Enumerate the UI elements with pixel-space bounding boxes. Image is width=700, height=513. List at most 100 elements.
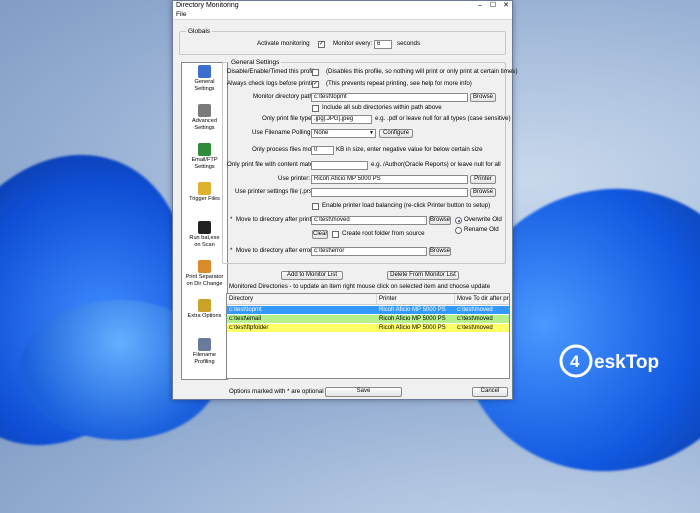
close-icon[interactable]: ✕: [500, 1, 512, 10]
nav-item-6[interactable]: Extra Options: [182, 299, 227, 320]
check-icon: ✓: [313, 81, 319, 87]
overwrite-old-radio[interactable]: [455, 217, 462, 224]
create-root-folder-label: Create root folder from source: [342, 230, 425, 237]
move-after-print-label: * Move to directory after print:: [230, 216, 313, 223]
maximize-icon[interactable]: ☐: [487, 1, 499, 10]
email-ftp-icon: [198, 143, 211, 156]
file-type-note: e.g. .pdf or leave null for all types (c…: [375, 115, 511, 122]
printer-input[interactable]: Ricoh Aficio MP 5000 PS: [311, 175, 468, 184]
nav-item-1[interactable]: Advanced Settings: [182, 104, 227, 131]
printer-label: Use printer:: [278, 175, 310, 182]
4desktop-watermark-logo: 4 eskTop: [559, 344, 659, 378]
cancel-button[interactable]: Cancel: [472, 387, 508, 397]
move-after-print-text: Move to directory after print:: [235, 216, 313, 223]
add-to-monitor-list-button[interactable]: Add to Monitor List: [281, 271, 343, 280]
general-settings-legend: General Settings: [229, 59, 282, 66]
column-header-move-to[interactable]: Move To dir after pr: [455, 294, 509, 304]
create-root-folder-checkbox[interactable]: [332, 231, 339, 238]
monitored-directories-caption: Monitored Directories - to update an ite…: [229, 283, 491, 290]
configure-button[interactable]: Configure: [379, 129, 413, 138]
cell-printer: Ricoh Aficio MP 5000 PS: [379, 307, 446, 313]
move-after-error-text: Move to directory after error:: [235, 247, 314, 254]
print-separator-icon: [198, 260, 211, 273]
move-after-error-browse-button[interactable]: Browse: [429, 247, 451, 256]
include-subdirs-checkbox[interactable]: [312, 105, 319, 112]
printer-button[interactable]: Printer: [470, 175, 496, 184]
logo-mark: 4: [570, 352, 580, 371]
move-after-error-label: * Move to directory after error:: [230, 247, 314, 254]
printer-settings-input[interactable]: [311, 188, 468, 197]
nav-item-3[interactable]: Trigger Files: [182, 182, 227, 203]
load-balancing-checkbox[interactable]: [312, 203, 319, 210]
content-match-note: e.g. /Author(Oracle Reports) or leave nu…: [371, 161, 501, 168]
column-header-printer[interactable]: Printer: [377, 294, 455, 304]
nav-item-7[interactable]: Filename Profiling: [182, 338, 227, 365]
delete-from-monitor-list-button[interactable]: Delete From Monitor List: [387, 271, 459, 280]
save-button[interactable]: Save: [325, 387, 402, 397]
cell-directory: c:\test\ftpfolder: [229, 325, 269, 331]
column-header-directory[interactable]: Directory: [227, 294, 377, 304]
nav-item-label: Extra Options: [187, 313, 222, 319]
run-bat-exe-icon: [198, 221, 211, 234]
table-row[interactable]: c:\test\topmt Ricoh Aficio MP 5000 PS c:\t…: [227, 306, 509, 314]
monitor-path-label: Monitor directory path:: [253, 93, 315, 100]
extra-options-icon: [198, 299, 211, 312]
table-row[interactable]: c:\test\email Ricoh Aficio MP 5000 PS c:\t…: [227, 315, 509, 323]
trigger-files-icon: [198, 182, 211, 195]
cell-move: c:\test\moved: [457, 316, 493, 322]
nav-item-4[interactable]: Run bat,exe on Scan: [182, 221, 227, 248]
nav-item-label: General Settings: [194, 79, 215, 92]
move-after-error-input[interactable]: c:\test\error: [311, 247, 427, 256]
table-row[interactable]: c:\test\ftpfolder Ricoh Aficio MP 5000 PS…: [227, 324, 509, 332]
list-header: Directory Printer Move To dir after pr: [227, 294, 509, 305]
seconds-label: seconds: [397, 40, 421, 47]
disable-profile-checkbox[interactable]: [312, 69, 319, 76]
optional-note: Options marked with * are optional: [229, 388, 324, 395]
nav-item-2[interactable]: Email/FTP Settings: [182, 143, 227, 170]
rename-old-radio[interactable]: [455, 227, 462, 234]
clear-button[interactable]: Clear: [312, 230, 328, 239]
cell-directory: c:\test\topmt: [229, 307, 262, 313]
filename-polling-select[interactable]: None: [311, 129, 376, 138]
nav-item-label: Trigger Files: [189, 196, 220, 202]
menu-file[interactable]: File: [176, 10, 186, 19]
chevron-down-icon[interactable]: ▼: [369, 129, 374, 137]
rename-old-label: Rename Old: [464, 226, 499, 233]
nav-item-label: Advanced Settings: [192, 118, 217, 131]
disable-profile-note: (Disables this profile, so nothing will …: [326, 68, 518, 75]
check-logs-label: Always check logs before printing: [227, 80, 319, 87]
move-after-print-input[interactable]: c:\test\moved: [311, 216, 427, 225]
monitor-every-label: Monitor every:: [333, 40, 373, 47]
minimize-icon[interactable]: –: [474, 1, 486, 10]
nav-item-5[interactable]: Print Separator on Dir Change: [182, 260, 227, 287]
activate-monitoring-checkbox[interactable]: ✓: [318, 41, 325, 48]
globals-group: Globals Activate monitoring ✓ Monitor ev…: [179, 28, 506, 55]
cell-move: c:\test\moved: [457, 307, 493, 313]
monitor-path-input[interactable]: c:\test\topmt: [311, 93, 468, 102]
file-type-label: Only print file type:: [262, 115, 314, 122]
title-bar: Directory Monitoring – ☐ ✕: [173, 1, 512, 10]
overwrite-old-label: Overwrite Old: [464, 216, 502, 223]
logo-text: eskTop: [594, 352, 659, 373]
check-logs-note: (This prevents repeat printing, see help…: [326, 80, 472, 87]
size-input[interactable]: 0: [311, 146, 334, 155]
load-balancing-label: Enable printer load balancing (re-click …: [322, 202, 491, 209]
nav-item-label: Filename Profiling: [192, 352, 216, 365]
monitor-path-browse-button[interactable]: Browse: [470, 93, 496, 102]
cell-move: c:\test\moved: [457, 325, 493, 331]
nav-item-label: Print Separator on Dir Change: [185, 274, 224, 287]
window-title: Directory Monitoring: [176, 2, 239, 9]
printer-settings-browse-button[interactable]: Browse: [470, 188, 496, 197]
nav-item-0[interactable]: General Settings: [182, 65, 227, 92]
disable-profile-label: Disable/Enable/Timed this profile: [227, 68, 318, 75]
content-match-input[interactable]: [311, 161, 368, 170]
monitor-every-input[interactable]: 6: [374, 40, 392, 49]
check-logs-checkbox[interactable]: ✓: [312, 81, 319, 88]
file-type-input[interactable]: .jpg|.JPG|.jpeg: [311, 115, 372, 124]
cell-printer: Ricoh Aficio MP 5000 PS: [379, 325, 446, 331]
menu-bar: File: [173, 10, 512, 20]
move-after-print-browse-button[interactable]: Browse: [429, 216, 451, 225]
check-icon: ✓: [319, 41, 325, 47]
cell-directory: c:\test\email: [229, 316, 262, 322]
activate-monitoring-label: Activate monitoring: [257, 40, 310, 47]
